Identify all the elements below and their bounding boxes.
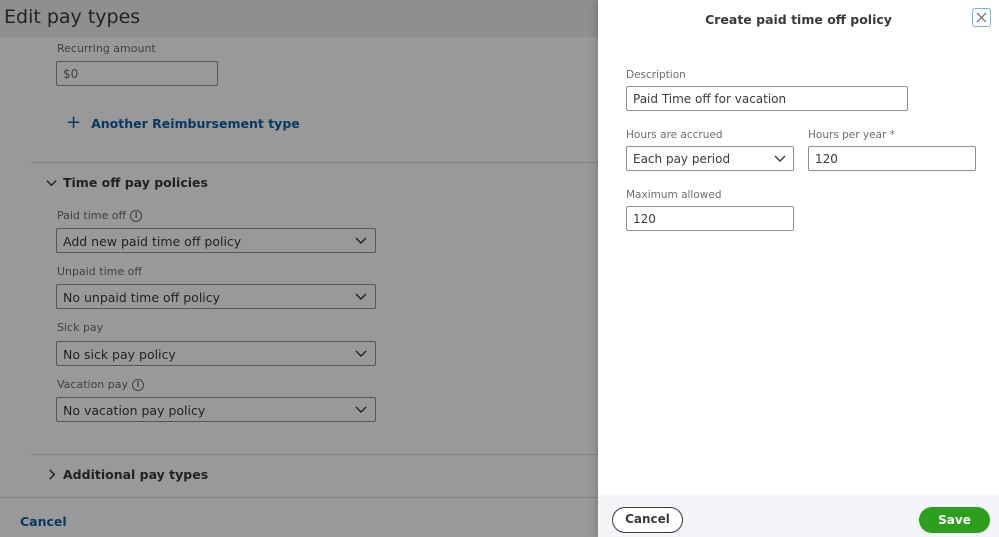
hours-accrued-select[interactable]: Each pay period (626, 146, 794, 171)
maximum-allowed-input[interactable]: 120 (626, 206, 794, 231)
hours-per-year-input[interactable]: 120 (808, 146, 976, 171)
create-pto-policy-panel: Create paid time off policy Description … (598, 0, 999, 537)
hours-accrued-label: Hours are accrued (626, 129, 723, 141)
description-label: Description (626, 69, 686, 81)
close-button[interactable] (972, 8, 991, 27)
chevron-down-icon (774, 155, 786, 162)
panel-cancel-button[interactable]: Cancel (612, 507, 683, 533)
close-icon (976, 12, 987, 23)
description-input[interactable]: Paid Time off for vacation (626, 86, 908, 111)
maximum-allowed-label: Maximum allowed (626, 189, 722, 201)
hours-per-year-label: Hours per year * (808, 129, 895, 141)
hours-accrued-value: Each pay period (633, 152, 731, 166)
panel-footer: Cancel Save (598, 495, 999, 537)
panel-title: Create paid time off policy (705, 12, 892, 27)
save-button[interactable]: Save (919, 507, 990, 533)
